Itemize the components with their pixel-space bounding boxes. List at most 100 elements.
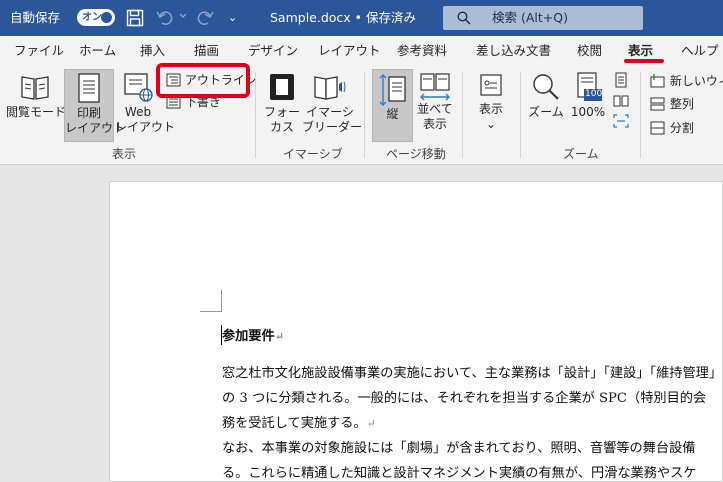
search-box[interactable]: 検索 (Alt+Q) [443, 6, 643, 30]
document-area[interactable] [0, 165, 723, 482]
side-by-side-label-2: 表示 [422, 117, 447, 131]
arrange-all-button[interactable]: 整列 [650, 95, 694, 113]
ribbon: 閲覧モード 印刷 レイアウト Web レイアウト アウトライン 下書き 表示 フ… [0, 63, 723, 165]
read-mode-button[interactable]: 閲覧モード [6, 72, 67, 142]
group-separator [462, 72, 463, 158]
views-group-label: 表示 [112, 147, 137, 161]
multiple-pages-icon[interactable] [613, 94, 629, 108]
tab-references[interactable]: 参考資料 [397, 36, 447, 66]
zoom-group-label: ズーム [563, 147, 599, 161]
immersive-reader-label-2: ブリーダー [302, 120, 363, 134]
print-layout-button[interactable]: 印刷 レイアウト [64, 69, 126, 142]
active-tab-underline [624, 59, 664, 63]
save-icon[interactable] [126, 9, 144, 27]
zoom-label: ズーム [528, 105, 564, 119]
undo-icon[interactable] [156, 9, 176, 27]
side-by-side-button[interactable]: 並べて 表示 [415, 72, 455, 142]
web-layout-icon [124, 73, 153, 102]
search-icon [457, 11, 471, 25]
ribbon-tabs: ファイル ホーム 挿入 描画 デザイン レイアウト 参考資料 差し込み文書 校閲… [0, 36, 723, 66]
page-movement-group-label: ページ移動 [386, 147, 446, 161]
one-page-icon[interactable] [613, 72, 629, 88]
side-by-side-label-1: 並べて [417, 102, 453, 116]
immersive-reader-button[interactable]: イマーシ ブリーダー [302, 72, 363, 142]
vertical-label: 縦 [386, 107, 399, 121]
page-view-buttons [610, 72, 632, 142]
show-icon [480, 74, 502, 96]
new-window-icon [650, 74, 665, 88]
paragraph-mark: ↵ [274, 330, 284, 343]
split-label: 分割 [669, 121, 694, 135]
group-separator [255, 72, 256, 158]
zoom-100-label: 100% [570, 105, 606, 119]
document-line[interactable]: なお、本事業の対象施設には「劇場」が含まれており、照明、音響等の舞台設備 [222, 437, 695, 456]
new-window-label: 新しいウィン [669, 74, 723, 88]
redo-icon[interactable] [194, 9, 214, 27]
split-icon [650, 121, 665, 135]
zoom-100-icon: 100 [574, 72, 602, 102]
group-separator [520, 72, 521, 158]
undo-dropdown-icon[interactable] [179, 12, 187, 20]
tab-home[interactable]: ホーム [79, 36, 116, 66]
new-window-button[interactable]: 新しいウィン [650, 72, 723, 90]
document-line-text: 務を受託して実施する。 [222, 416, 367, 431]
document-line[interactable]: 務を受託して実施する。↵ [222, 412, 376, 431]
split-button[interactable]: 分割 [650, 119, 694, 137]
document-line[interactable]: る。これらに精通した知識と設計マネジメント実績の有無が、円滑な業務やスケ [222, 462, 696, 481]
tab-help[interactable]: ヘルプ [681, 36, 719, 66]
tab-file[interactable]: ファイル [14, 36, 64, 66]
web-layout-button[interactable]: Web レイアウト [115, 72, 176, 142]
tab-draw[interactable]: 描画 [194, 36, 219, 66]
focus-label-1: フォー [263, 105, 300, 119]
web-layout-label-1: Web [124, 105, 152, 119]
read-mode-icon [21, 76, 49, 100]
group-separator [364, 72, 365, 158]
tab-design[interactable]: デザイン [248, 36, 298, 66]
vertical-scroll-icon [379, 74, 406, 106]
tab-mailings[interactable]: 差し込み文書 [476, 36, 551, 66]
zoom-100-icon-text: 100 [585, 89, 603, 99]
outline-highlight [156, 63, 250, 98]
focus-label-2: カス [269, 120, 294, 134]
document-line[interactable]: の 3 つに分類される。一般的には、それぞれを担当する企業が SPC（特別目的会 [222, 387, 706, 406]
read-mode-label: 閲覧モード [6, 105, 67, 119]
page-width-icon[interactable] [613, 114, 629, 128]
tab-review[interactable]: 校閲 [577, 36, 602, 66]
immersive-reader-label-1: イマーシ [306, 105, 354, 119]
search-placeholder: 検索 (Alt+Q) [492, 10, 568, 25]
toggle-knob [101, 12, 112, 23]
group-separator [640, 72, 641, 158]
show-chevron-icon: ⌄ [485, 117, 497, 131]
show-button[interactable]: 表示 ⌄ [470, 72, 512, 142]
crop-mark [200, 290, 222, 312]
arrange-all-label: 整列 [669, 97, 694, 111]
web-layout-label-2: レイアウト [115, 120, 176, 134]
vertical-button[interactable]: 縦 [372, 69, 413, 142]
print-layout-icon [78, 73, 100, 103]
paragraph-mark: ↵ [366, 417, 376, 430]
document-title[interactable]: Sample.docx • 保存済み [270, 0, 416, 36]
autosave-toggle-label: オン [82, 12, 102, 23]
print-layout-label-2: レイアウト [65, 121, 126, 135]
arrange-all-icon [650, 97, 665, 111]
tab-insert[interactable]: 挿入 [140, 36, 165, 66]
immersive-group-label: イマーシブ [283, 147, 343, 161]
document-line[interactable]: 窓之杜市文化施設設備事業の実施において、主な業務は「設計」「建設」「維持管理」 [222, 362, 722, 381]
document-heading[interactable]: 参加要件↵ [222, 325, 284, 344]
tab-layout[interactable]: レイアウト [318, 36, 381, 66]
autosave-label: 自動保存 [10, 10, 61, 25]
focus-icon [270, 74, 294, 100]
customize-qat-icon[interactable]: ⌄ [228, 0, 237, 36]
heading-text: 参加要件 [222, 329, 275, 344]
zoom-100-button[interactable]: 100 100% [568, 72, 608, 142]
autosave-toggle[interactable]: オン [77, 9, 115, 26]
show-label: 表示 [478, 102, 503, 116]
immersive-reader-icon [314, 76, 346, 100]
title-bar: 自動保存 オン ⌄ Sample.docx • 保存済み 検索 (Alt+Q) [0, 0, 723, 36]
focus-button[interactable]: フォー カス [262, 72, 302, 142]
print-layout-label-1: 印刷 [76, 106, 101, 120]
zoom-button[interactable]: ズーム [526, 72, 566, 142]
text-cursor [221, 325, 222, 345]
side-by-side-icon [420, 73, 450, 101]
zoom-icon [533, 74, 559, 100]
